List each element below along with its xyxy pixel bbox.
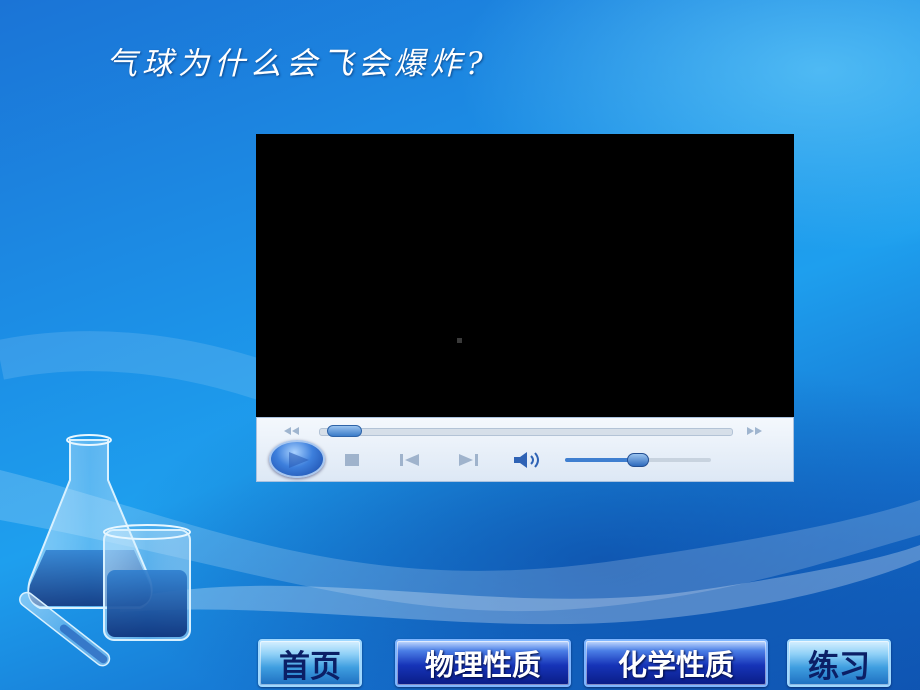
previous-track-icon[interactable] [397, 451, 423, 469]
rewind-icon[interactable] [283, 426, 301, 436]
next-track-icon[interactable] [455, 451, 481, 469]
nav-practice-button[interactable]: 练习 [787, 639, 891, 687]
volume-thumb[interactable] [627, 453, 649, 467]
stop-icon[interactable] [339, 451, 365, 469]
video-center-dot [457, 338, 462, 343]
video-area[interactable] [256, 134, 794, 417]
nav-chemical-properties-button[interactable]: 化学性质 [584, 639, 768, 687]
fast-forward-icon[interactable] [745, 426, 763, 436]
slide-background: 气球为什么会飞会爆炸? 首页 物理性质 化学性质 练习 [0, 0, 920, 690]
seek-thumb[interactable] [326, 425, 362, 437]
flask-illustration [19, 434, 191, 667]
seek-bar[interactable] [319, 428, 733, 436]
play-icon [289, 452, 309, 468]
nav-home-button[interactable]: 首页 [258, 639, 362, 687]
slide-title: 气球为什么会飞会爆炸? [106, 46, 488, 82]
nav-physical-properties-button[interactable]: 物理性质 [395, 639, 571, 687]
speaker-icon[interactable] [511, 449, 545, 471]
play-button[interactable] [269, 440, 325, 478]
media-player [256, 134, 794, 482]
player-controls [256, 417, 794, 482]
